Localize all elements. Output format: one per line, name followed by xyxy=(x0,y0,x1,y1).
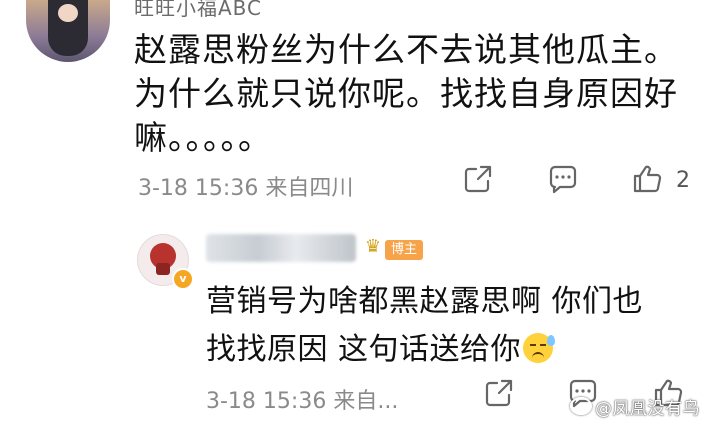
verified-badge-icon: v xyxy=(172,268,194,290)
thumbs-up-icon[interactable] xyxy=(631,163,663,195)
sweat-smile-emoji-icon xyxy=(523,333,556,363)
reply-line: 找找原因 这句话送给你 xyxy=(206,326,706,374)
comment-icon[interactable] xyxy=(546,163,580,195)
watermark-text: @凤凰没有鸟 xyxy=(595,399,700,419)
reply-line: 营销号为啥都黑赵露思啊 你们也 xyxy=(206,284,644,319)
user-avatar[interactable] xyxy=(26,0,110,62)
share-icon[interactable] xyxy=(483,377,515,409)
reply-text: 营销号为啥都黑赵露思啊 你们也 找找原因 这句话送给你 xyxy=(206,278,706,374)
comment-location: 来自四川 xyxy=(265,176,354,201)
blurred-username[interactable] xyxy=(206,234,356,262)
share-icon[interactable] xyxy=(462,163,494,195)
weibo-logo-icon xyxy=(570,397,592,415)
comment-line: 嘛。。。。。 xyxy=(134,118,272,157)
reply-meta: 3-18 15:36 来自... xyxy=(206,383,398,415)
like-count: 2 xyxy=(676,168,690,193)
watermark: @凤凰没有鸟 xyxy=(570,394,700,419)
reply-location: 来自... xyxy=(333,389,399,414)
reply-timestamp: 3-18 15:36 xyxy=(206,389,327,414)
comment-timestamp: 3-18 15:36 xyxy=(138,176,259,201)
avatar-figure-base xyxy=(156,263,170,275)
crown-icon: ♛ xyxy=(364,236,382,257)
blogger-badge: 博主 xyxy=(385,240,424,260)
comment-line: 为什么就只说你呢。找找自身原因好 xyxy=(134,74,678,113)
comment-text: 赵露思粉丝为什么不去说其他瓜主。 为什么就只说你呢。找找自身原因好 嘛。。。。。 xyxy=(134,28,694,160)
comment-line: 赵露思粉丝为什么不去说其他瓜主。 xyxy=(134,30,678,69)
avatar-face xyxy=(58,4,78,22)
comment-meta: 3-18 15:36 来自四川 xyxy=(138,170,353,202)
reply-line-text: 找找原因 这句话送给你 xyxy=(206,332,522,367)
comment-username[interactable]: 旺旺小福ABC xyxy=(134,0,262,21)
